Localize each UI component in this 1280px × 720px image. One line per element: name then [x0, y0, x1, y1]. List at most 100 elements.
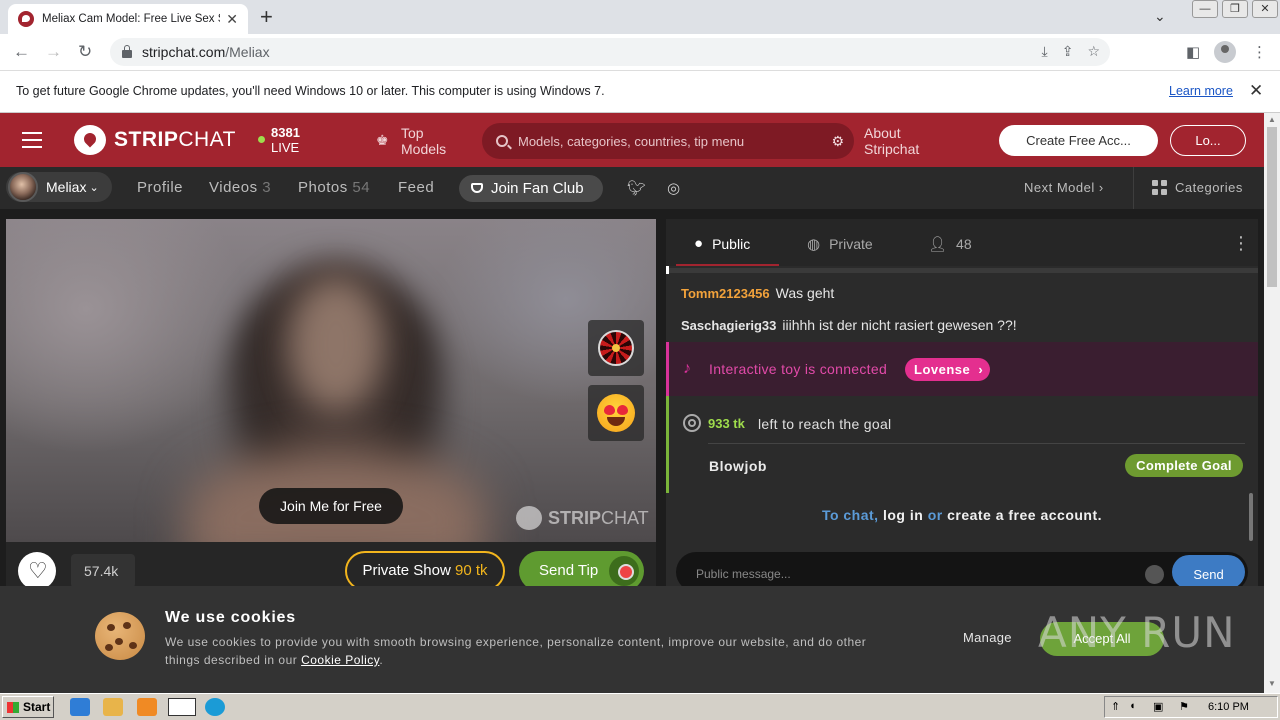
top-models-link[interactable]: ♚ Top Models: [376, 125, 446, 157]
scroll-up-icon[interactable]: ▲: [1268, 115, 1276, 124]
volume-icon[interactable]: ◖: [1129, 700, 1136, 712]
new-tab-icon[interactable]: +: [260, 6, 273, 28]
chat-message-text: Was geht: [775, 285, 835, 301]
chevron-right-icon: ›: [978, 362, 984, 377]
scroll-thumb[interactable]: [1267, 127, 1277, 287]
complete-goal-button[interactable]: Complete Goal: [1125, 454, 1243, 477]
tab-viewers[interactable]: 👤︎ 48: [928, 235, 972, 253]
cookie-title: We use cookies: [165, 609, 296, 626]
filter-sliders-icon[interactable]: ⚙: [831, 133, 844, 150]
heart-icon: ♡: [28, 558, 48, 583]
chat-username[interactable]: Tomm2123456: [681, 286, 770, 301]
chat-tabs: ● Public ◍ Private 👤︎ 48 ⋮: [666, 219, 1258, 266]
tab-photos[interactable]: Photos 54: [298, 179, 370, 196]
manage-cookies-button[interactable]: Manage: [963, 630, 1012, 645]
tab-profile[interactable]: Profile: [137, 179, 183, 196]
cookie-icon: [95, 612, 145, 660]
network-icon[interactable]: ▣: [1153, 700, 1163, 713]
stripchat-logo[interactable]: STRIP CHAT: [74, 125, 236, 155]
site-header: STRIP CHAT 8381 LIVE ♚ Top Models Models, …: [0, 113, 1264, 167]
close-window-icon[interactable]: ✕: [1252, 0, 1278, 18]
fortune-wheel-button[interactable]: [588, 320, 644, 376]
infobar-message: To get future Google Chrome updates, you…: [16, 84, 605, 98]
install-icon[interactable]: ⤓: [1042, 43, 1048, 60]
next-model-button[interactable]: Next Model ›: [1024, 180, 1104, 195]
top-models-line2: Models: [401, 141, 447, 157]
explorer-icon[interactable]: [103, 698, 123, 716]
share-icon[interactable]: ⇪: [1062, 43, 1074, 60]
video-player[interactable]: Join Me for Free STRIP CHAT: [6, 219, 656, 542]
create-account-link[interactable]: create a free account.: [947, 507, 1102, 523]
live-dot-icon: [258, 136, 265, 143]
forward-icon[interactable]: →: [45, 42, 62, 62]
create-account-button[interactable]: Create Free Acc...: [999, 125, 1158, 156]
chat-scrollbar[interactable]: [1249, 493, 1253, 541]
model-nav: Meliax ⌄ Profile Videos 3 Photos 54 Feed…: [0, 167, 1264, 209]
tab-feed[interactable]: Feed: [398, 179, 434, 196]
scroll-down-icon[interactable]: ▼: [1268, 679, 1276, 688]
media-player-icon[interactable]: [137, 698, 157, 716]
edge-icon[interactable]: [205, 698, 225, 716]
close-tab-icon[interactable]: ✕: [226, 11, 238, 28]
tab-public-label: Public: [712, 235, 751, 252]
emoji-picker-icon[interactable]: [1145, 565, 1164, 584]
or-text: or: [927, 507, 943, 523]
emoji-reaction-button[interactable]: [588, 385, 644, 441]
system-tray: ⇑ ◖ ▣ ⚑ 6:10 PM: [1104, 696, 1278, 718]
reload-icon[interactable]: ↻: [78, 42, 92, 62]
model-dropdown[interactable]: Meliax ⌄: [6, 172, 112, 202]
join-fan-club-button[interactable]: Join Fan Club: [459, 175, 603, 202]
flag-icon[interactable]: ⚑: [1179, 700, 1189, 713]
chrome-icon[interactable]: [168, 698, 196, 716]
toy-icon: ♪: [683, 360, 691, 377]
photos-label: Photos: [298, 179, 348, 196]
tip-coin-icon: [609, 556, 639, 586]
search-input[interactable]: Models, categories, countries, tip menu …: [482, 123, 854, 159]
chat-username[interactable]: Saschagierig33: [681, 318, 776, 333]
browser-tab[interactable]: Meliax Cam Model: Free Live Sex Sh ✕: [8, 4, 248, 34]
minimize-icon[interactable]: —: [1192, 0, 1218, 18]
tab-private[interactable]: ◍ Private: [807, 235, 873, 253]
profile-icon[interactable]: [1214, 41, 1236, 63]
address-bar[interactable]: stripchat.com/Meliax ⤓ ⇪ ☆: [110, 38, 1110, 66]
log-in-link[interactable]: log in: [883, 507, 923, 523]
lovense-text: Interactive toy is connected: [709, 361, 888, 377]
back-icon[interactable]: ←: [13, 42, 30, 62]
goal-tokens: 933 tk: [708, 416, 745, 431]
lock-icon: [122, 45, 132, 58]
side-panel-icon[interactable]: ◧: [1186, 43, 1200, 61]
chevron-down-icon[interactable]: ⌄: [1154, 8, 1166, 25]
login-button[interactable]: Lo...: [1170, 125, 1246, 156]
instagram-icon[interactable]: ◎: [667, 179, 680, 197]
lovense-button[interactable]: Lovense ›: [905, 358, 991, 381]
tray-arrow-icon[interactable]: ⇑: [1111, 700, 1120, 713]
categories-button[interactable]: Categories: [1152, 180, 1243, 195]
user-icon: 👤︎: [928, 236, 948, 253]
goal-text: left to reach the goal: [758, 416, 892, 432]
close-icon[interactable]: ✕: [1249, 81, 1263, 101]
join-free-button[interactable]: Join Me for Free: [259, 488, 403, 524]
send-tip-button[interactable]: Send Tip: [519, 551, 644, 591]
chat-menu-dots-icon[interactable]: ⋮: [1232, 233, 1250, 254]
learn-more-link[interactable]: Learn more: [1169, 84, 1233, 98]
page-scrollbar[interactable]: ▲ ▼: [1264, 113, 1280, 693]
chat-bubble-icon: ●: [694, 235, 704, 252]
private-show-price: 90 tk: [455, 562, 488, 579]
menu-dots-icon[interactable]: ⋮: [1252, 43, 1267, 61]
send-button[interactable]: Send: [1172, 555, 1245, 589]
windows-taskbar: Start ⇑ ◖ ▣ ⚑ 6:10 PM: [0, 693, 1280, 720]
ie-icon[interactable]: [70, 698, 90, 716]
bookmark-star-icon[interactable]: ☆: [1087, 43, 1100, 60]
logo-text-light: CHAT: [178, 128, 236, 151]
restore-icon[interactable]: ❐: [1222, 0, 1248, 18]
tab-public[interactable]: ● Public: [694, 235, 750, 252]
logo-text-bold: STRIP: [114, 128, 179, 151]
private-show-button[interactable]: Private Show 90 tk: [345, 551, 505, 591]
twitter-icon[interactable]: 🐦︎: [627, 179, 646, 197]
about-stripchat-link[interactable]: About Stripchat: [864, 125, 919, 157]
favorite-button[interactable]: ♡: [18, 552, 56, 590]
cookie-policy-link[interactable]: Cookie Policy: [301, 653, 379, 667]
hamburger-menu-icon[interactable]: [22, 132, 42, 148]
tab-videos[interactable]: Videos 3: [209, 179, 271, 196]
start-button[interactable]: Start: [2, 696, 54, 718]
